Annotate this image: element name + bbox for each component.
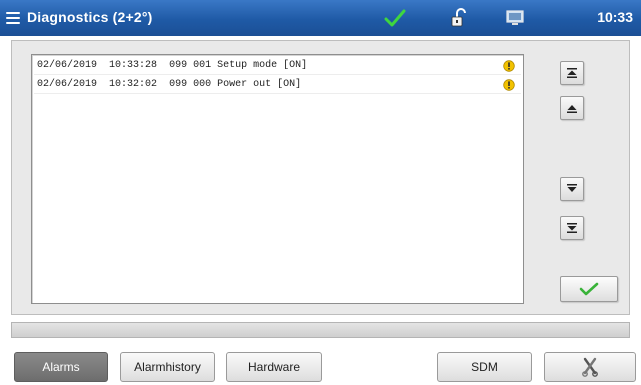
alarm-message: Setup mode [ON] [217,60,308,71]
scroll-down-button[interactable] [560,177,584,201]
menu-icon[interactable] [6,12,20,24]
tools-button[interactable] [544,352,636,382]
list-item[interactable]: 02/06/2019 10:33:28 099 001 Setup mode [… [34,57,521,75]
checkmark-icon [579,282,599,296]
alarm-message: Power out [ON] [217,79,302,90]
list-item[interactable]: 02/06/2019 10:32:02 099 000 Power out [O… [34,76,521,94]
title-bar: Diagnostics (2+2°) 10:33 [0,0,641,36]
confirm-button[interactable] [560,276,618,302]
warning-icon [503,79,515,91]
checkmark-icon [384,9,406,27]
alarm-list[interactable]: 02/06/2019 10:33:28 099 001 Setup mode [… [31,54,524,304]
tab-hardware[interactable]: Hardware [226,352,322,382]
lock-icon[interactable] [448,7,470,29]
alarm-time: 10:33:28 [109,60,158,71]
main-panel: 02/06/2019 10:33:28 099 001 Setup mode [… [11,40,630,315]
status-bar [11,322,630,338]
monitor-icon[interactable] [505,8,525,28]
tab-alarmhistory[interactable]: Alarmhistory [120,352,215,382]
warning-icon [503,60,515,72]
scroll-top-icon [567,68,577,78]
scroll-bottom-icon [567,223,577,233]
alarm-time: 10:32:02 [109,79,158,90]
scroll-down-icon [567,184,577,192]
alarm-date: 02/06/2019 [37,60,98,71]
scroll-bottom-button[interactable] [560,216,584,240]
page-title: Diagnostics (2+2°) [27,9,153,25]
tools-icon [582,357,598,377]
scroll-top-button[interactable] [560,61,584,85]
alarm-code: 099 000 [169,79,212,90]
tab-sdm[interactable]: SDM [437,352,532,382]
scroll-up-icon [567,105,577,113]
clock: 10:33 [597,9,633,25]
alarm-code: 099 001 [169,60,212,71]
alarm-date: 02/06/2019 [37,79,98,90]
tab-alarms[interactable]: Alarms [14,352,108,382]
scroll-up-button[interactable] [560,96,584,120]
